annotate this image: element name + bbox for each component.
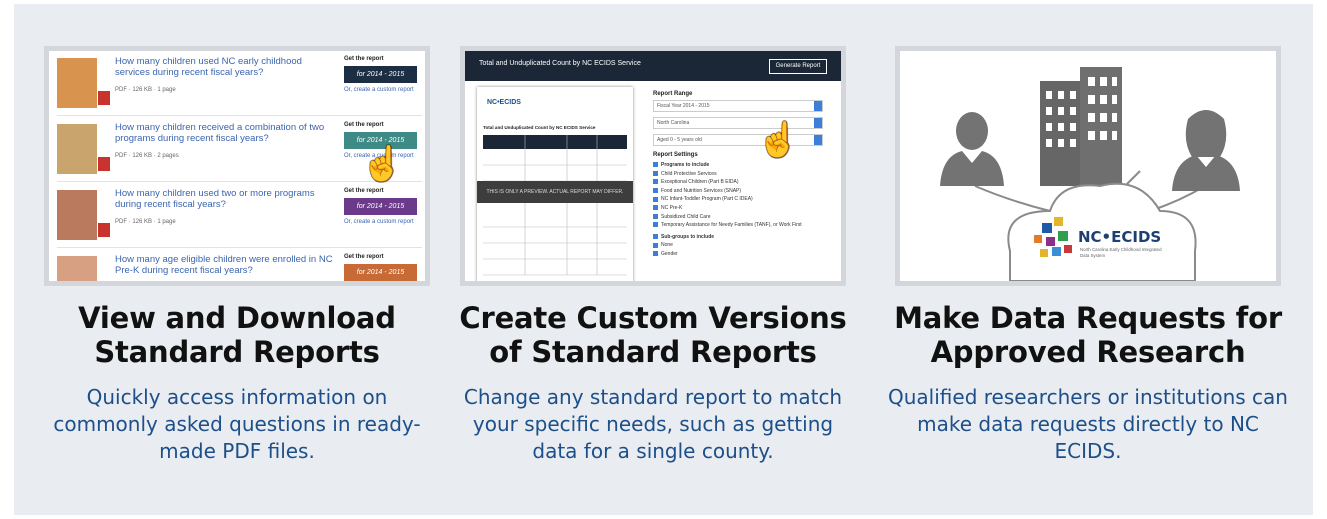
hand-pointer-icon: ☝ <box>757 121 800 159</box>
pdf-icon <box>98 223 110 237</box>
custom-report-link: Or, create a custom report <box>344 219 414 225</box>
preview-notice-bar: THIS IS ONLY A PREVIEW. ACTUAL REPORT MA… <box>477 181 633 203</box>
subgroups-label: Sub-groups to include <box>653 233 823 242</box>
card-thumbnail[interactable]: Total and Unduplicated Count by NC ECIDS… <box>460 46 846 286</box>
card-description: Quickly access information on commonly a… <box>53 385 421 463</box>
card-thumbnail[interactable]: How many children used NC early childhoo… <box>44 46 430 286</box>
report-photo <box>57 190 97 240</box>
data-request-illustration: NC•ECIDS North Carolina Early Childhood … <box>900 51 1276 281</box>
report-meta: PDF · 126 KB · 2 pages <box>115 153 179 159</box>
report-row: How many children used two or more progr… <box>57 185 422 248</box>
get-report-label: Get the report <box>344 56 384 62</box>
report-photo <box>57 124 97 174</box>
preview-header-title: Total and Unduplicated Count by NC ECIDS… <box>479 60 641 67</box>
report-year-button: for 2014 - 2015 <box>344 66 417 83</box>
subgroup-radio: Gender <box>653 250 823 259</box>
buildings-icon <box>1040 67 1122 186</box>
program-checkbox: NC Infant-Toddler Program (Part C IDEA) <box>653 195 823 204</box>
report-year-button: for 2014 - 2015 <box>344 198 417 215</box>
custom-report-link: Or, create a custom report <box>344 87 414 93</box>
program-checkbox: Temporary Assistance for Needy Families … <box>653 221 823 230</box>
program-checkbox: NC Pre-K <box>653 204 823 213</box>
report-question: How many children used NC early childhoo… <box>115 56 302 78</box>
card-title[interactable]: Make Data Requests for Approved Research <box>885 301 1291 369</box>
generate-report-button: Generate Report <box>769 59 827 74</box>
subgroup-radio: None <box>653 241 823 250</box>
report-question: How many age eligible children were enro… <box>115 254 333 276</box>
get-report-label: Get the report <box>344 188 384 194</box>
report-options: Report Range Fiscal Year 2014 - 2015 Nor… <box>653 91 823 259</box>
card-title[interactable]: View and Download Standard Reports <box>34 301 440 369</box>
pdf-icon <box>98 157 110 171</box>
report-year-button: for 2014 - 2015 <box>344 264 417 281</box>
hand-pointer-icon: ☝ <box>361 145 404 183</box>
nc-ecids-logo-text: NC•ECIDS <box>1078 228 1162 246</box>
get-report-label: Get the report <box>344 254 384 260</box>
card-title[interactable]: Create Custom Versions of Standard Repor… <box>450 301 856 369</box>
report-row: How many age eligible children were enro… <box>57 251 422 281</box>
card-thumbnail[interactable]: NC•ECIDS North Carolina Early Childhood … <box>895 46 1281 286</box>
program-checkbox: Exceptional Children (Part B EIDA) <box>653 178 823 187</box>
program-checkbox: Subsidized Child Care <box>653 213 823 222</box>
report-meta: PDF · 126 KB · 1 page <box>115 87 176 93</box>
report-meta: PDF · 126 KB · 1 page <box>115 219 176 225</box>
report-photo <box>57 58 97 108</box>
report-question: How many children received a combination… <box>115 122 325 144</box>
report-row: How many children used NC early childhoo… <box>57 53 422 116</box>
custom-report-preview: Total and Unduplicated Count by NC ECIDS… <box>465 51 841 281</box>
nc-ecids-logo-subtitle: North Carolina Early Childhood Integrate… <box>1080 247 1162 258</box>
programs-label: Programs to include <box>653 161 823 170</box>
report-question: How many children used two or more progr… <box>115 188 315 210</box>
standard-reports-preview: How many children used NC early childhoo… <box>49 51 425 281</box>
fiscal-year-select: Fiscal Year 2014 - 2015 <box>653 100 823 112</box>
report-photo <box>57 256 97 281</box>
card-description: Change any standard report to match your… <box>463 385 843 463</box>
woman-icon <box>1172 110 1240 191</box>
report-range-label: Report Range <box>653 91 693 97</box>
get-report-label: Get the report <box>344 122 384 128</box>
preview-header: Total and Unduplicated Count by NC ECIDS… <box>465 51 841 81</box>
pdf-icon <box>98 91 110 105</box>
program-checkbox: Child Protective Services <box>653 170 823 179</box>
program-checkbox: Food and Nutrition Services (SNAP) <box>653 187 823 196</box>
card-description: Qualified researchers or institutions ca… <box>888 385 1288 463</box>
man-icon <box>940 112 1004 186</box>
